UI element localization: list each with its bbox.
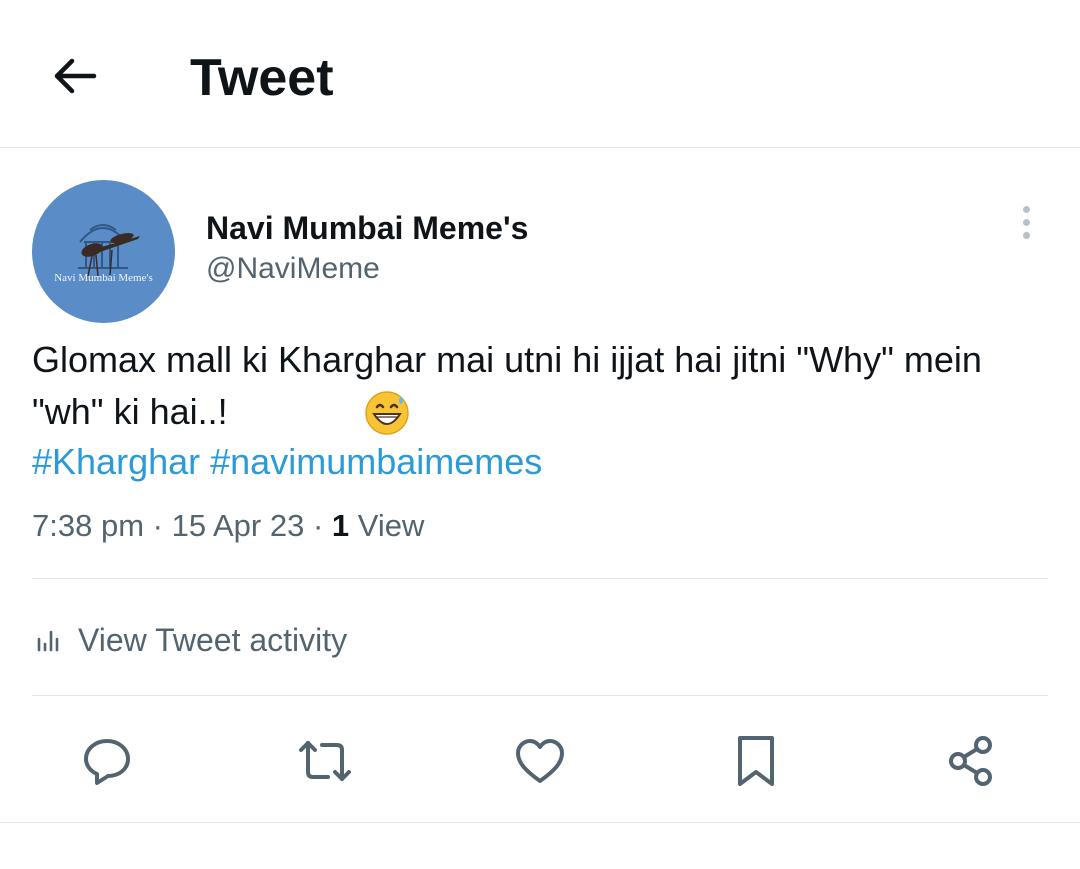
divider [32,695,1048,696]
arrow-left-icon [54,58,97,94]
avatar[interactable]: Navi Mumbai Meme's [32,180,175,323]
like-button[interactable] [509,730,571,792]
reply-button[interactable] [76,730,138,792]
view-tweet-activity-link[interactable]: View Tweet activity [36,618,347,662]
divider [32,578,1048,579]
activity-label: View Tweet activity [78,621,348,658]
building-logo-icon [78,224,140,277]
tweet-meta: 7:38 pm · 15 Apr 23 · 1 View [32,506,424,546]
meta-separator: · [152,508,163,543]
page-title: Tweet [190,49,334,107]
author-handle[interactable]: @NaviMeme [206,250,380,288]
author-display-name[interactable]: Navi Mumbai Meme's [206,208,528,248]
tweet-action-bar [0,730,1080,792]
heart-icon [516,739,564,783]
retweet-icon [299,741,351,781]
divider [0,822,1080,823]
tweet-time[interactable]: 7:38 pm [32,508,144,543]
reply-icon [84,739,130,785]
share-button[interactable] [940,730,1002,792]
back-button[interactable] [44,48,104,104]
hashtag-list: #Kharghar #navimumbaimemes [32,440,542,484]
avatar-text: Navi Mumbai Meme's [54,272,153,284]
more-options-button[interactable] [1008,200,1044,244]
hashtag-link[interactable]: #navimumbaimemes [210,441,542,482]
grinning-face-with-sweat-emoji [365,391,409,435]
hashtag-link[interactable]: #Kharghar [32,441,200,482]
tweet-text: Glomax mall ki Kharghar mai utni hi ijja… [32,339,982,432]
bookmark-button[interactable] [725,730,787,792]
header: Tweet [0,0,1080,148]
views-label: View [357,508,425,543]
bookmark-icon [738,736,774,786]
retweet-button[interactable] [294,730,356,792]
views-count: 1 [331,508,350,543]
meta-separator: · [312,508,324,543]
tweet-date[interactable]: 15 Apr 23 [172,508,305,543]
share-icon [949,736,992,786]
more-vertical-icon [1022,205,1030,213]
bar-chart-icon [37,630,59,652]
